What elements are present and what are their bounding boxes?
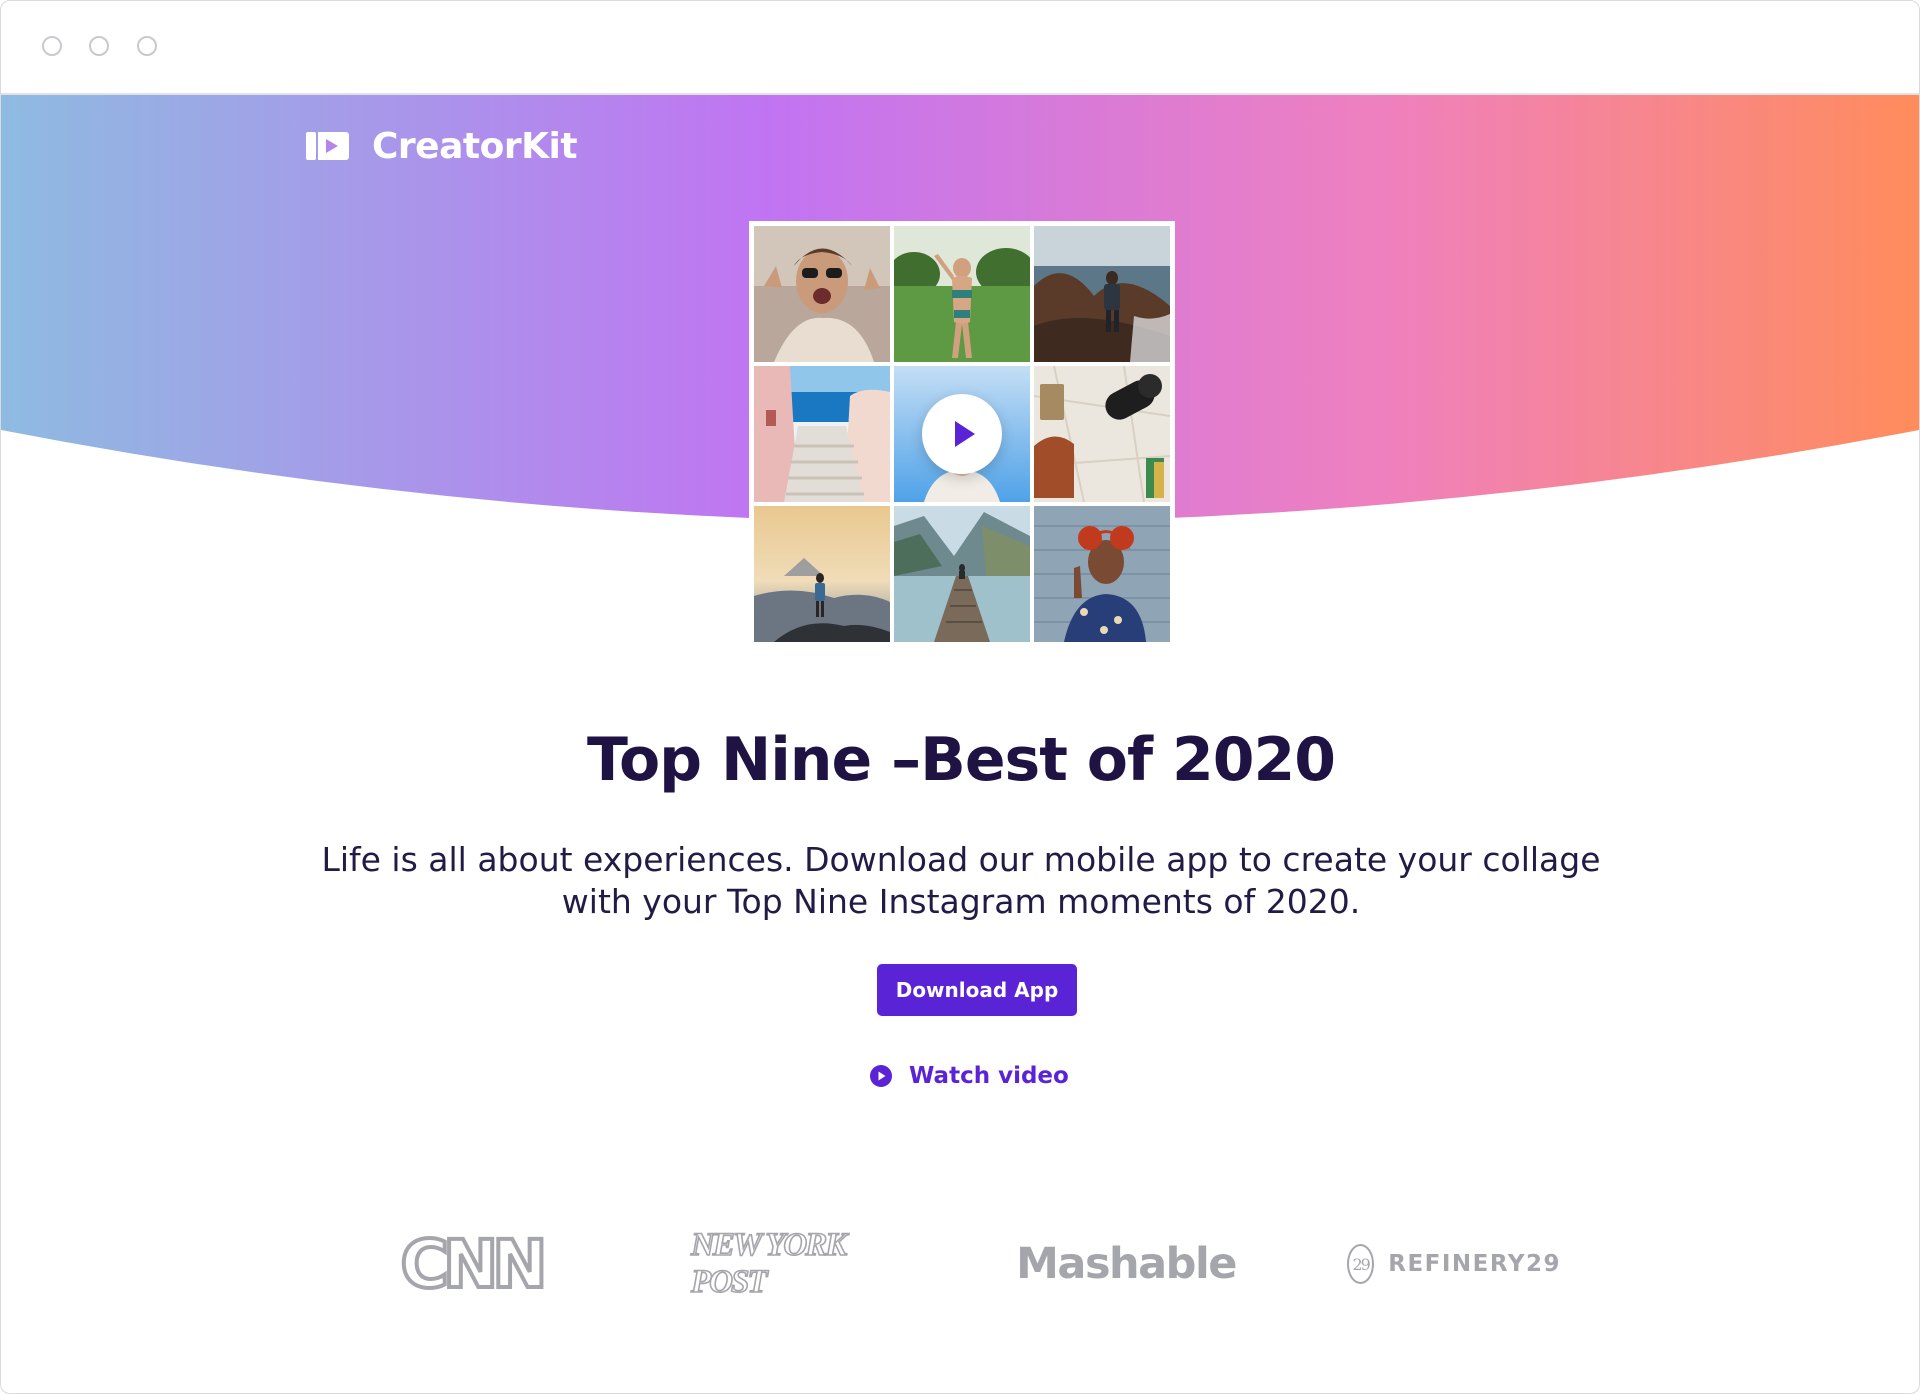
window-minimize-dot[interactable] xyxy=(89,36,109,56)
browser-window: CreatorKit Top Nine –Best of 2020 Life i… xyxy=(0,0,1920,1394)
download-app-button[interactable]: Download App xyxy=(877,964,1077,1016)
refinery29-wordmark: REFINERY29 xyxy=(1388,1251,1561,1277)
press-logo-nypost: NEW YORK POST xyxy=(690,1226,905,1301)
collage-tile[interactable] xyxy=(1034,506,1170,642)
photo-woman-red-hair xyxy=(1034,506,1170,642)
collage-play-button[interactable] xyxy=(922,394,1002,474)
nypost-wordmark: NEW YORK POST xyxy=(690,1226,848,1301)
hero-subtitle: Life is all about experiences. Download … xyxy=(321,840,1601,921)
window-titlebar xyxy=(1,1,1919,95)
window-maximize-dot[interactable] xyxy=(137,36,157,56)
collage-tile[interactable] xyxy=(894,366,1030,502)
collage-tile[interactable] xyxy=(754,226,890,362)
watch-video-label: Watch video xyxy=(909,1063,1069,1089)
window-close-dot[interactable] xyxy=(42,36,62,56)
mashable-wordmark: Mashable xyxy=(1016,1239,1237,1289)
collage-tile[interactable] xyxy=(754,366,890,502)
photo-woman-sunglasses xyxy=(754,226,890,362)
collage-tile[interactable] xyxy=(1034,366,1170,502)
collage-tile[interactable] xyxy=(1034,226,1170,362)
creatorkit-logo-icon xyxy=(306,132,349,160)
photo-travel-flatlay xyxy=(1034,366,1170,502)
brand-logo[interactable]: CreatorKit xyxy=(306,123,578,169)
photo-hiker-cliffs xyxy=(1034,226,1170,362)
play-icon xyxy=(955,421,975,447)
page-headline: Top Nine –Best of 2020 xyxy=(586,725,1336,795)
top-nine-collage xyxy=(749,221,1175,647)
photo-santorini-stairs xyxy=(754,366,890,502)
cnn-wordmark: CNN xyxy=(399,1224,550,1305)
collage-tile[interactable] xyxy=(894,226,1030,362)
refinery29-mark-icon: 29 xyxy=(1347,1244,1375,1284)
collage-tile[interactable] xyxy=(754,506,890,642)
photo-sunrise-mountain xyxy=(754,506,890,642)
photo-woman-garden xyxy=(894,226,1030,362)
brand-name: CreatorKit xyxy=(372,125,578,167)
collage-tile[interactable] xyxy=(894,506,1030,642)
press-logo-cnn: CNN xyxy=(399,1224,550,1305)
press-logo-mashable: Mashable xyxy=(1016,1229,1237,1299)
play-circle-icon xyxy=(870,1065,892,1087)
watch-video-link[interactable]: Watch video xyxy=(869,1059,1069,1093)
press-logo-refinery29: 29 REFINERY29 xyxy=(1347,1229,1561,1299)
photo-lake-pier xyxy=(894,506,1030,642)
